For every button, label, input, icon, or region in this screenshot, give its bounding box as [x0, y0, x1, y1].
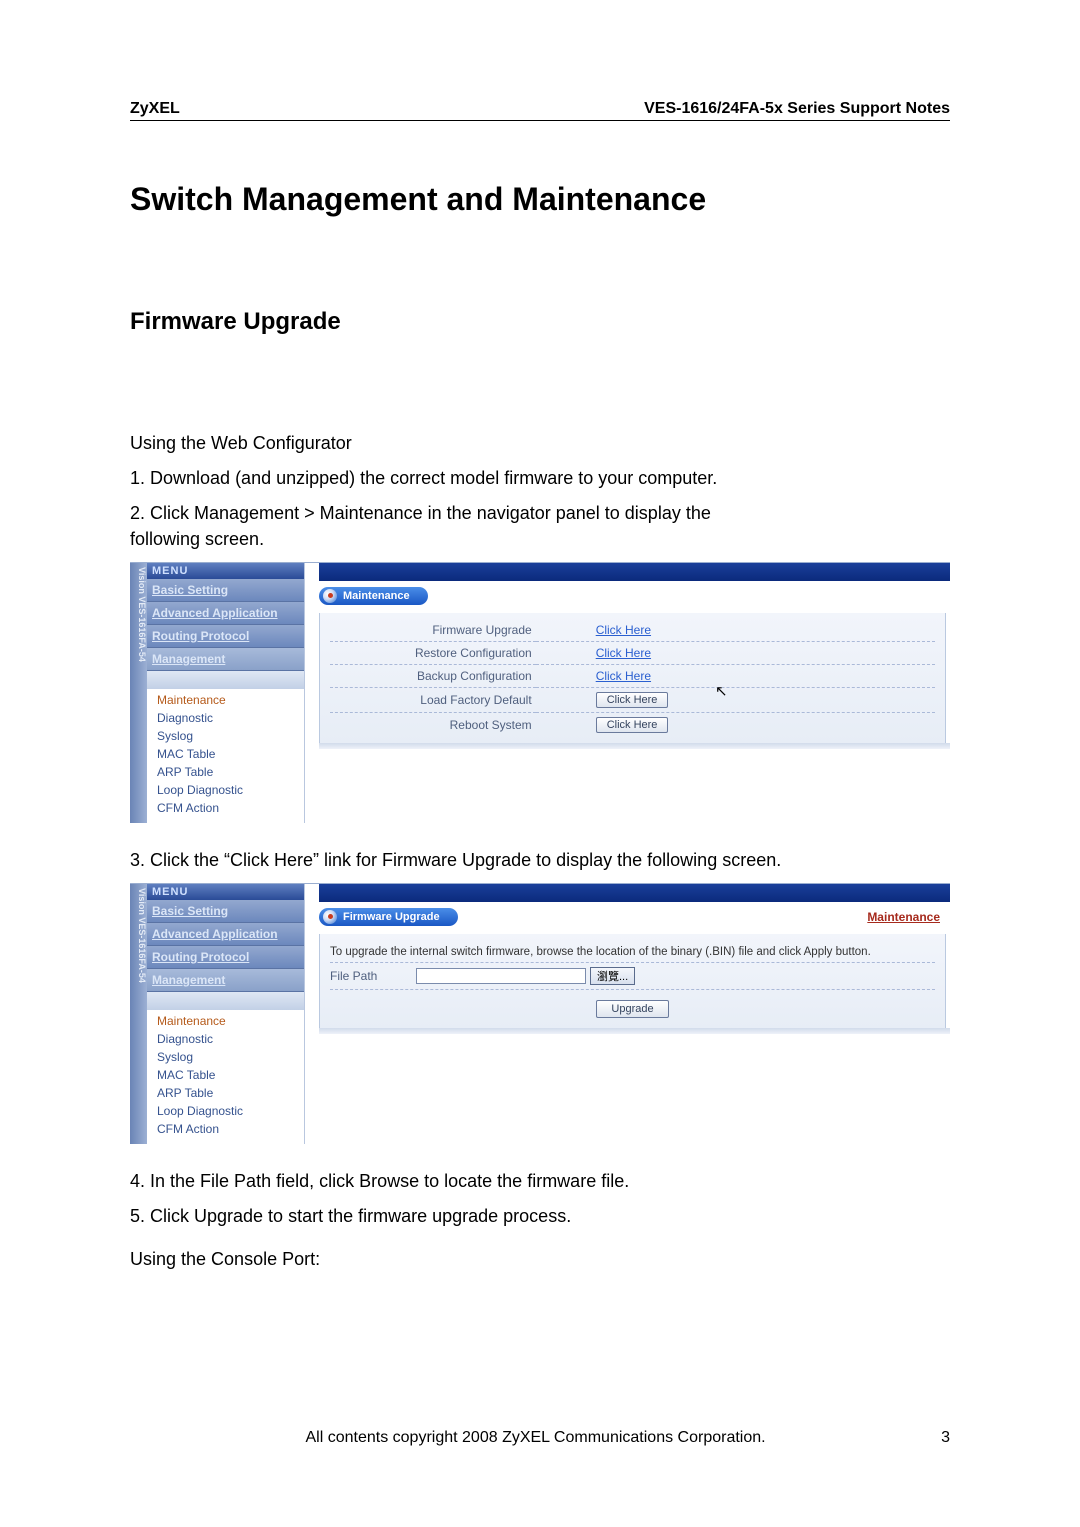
intro-line-2: 2. Click Management > Maintenance in the…: [130, 501, 950, 526]
intro-line-0: Using the Web Configurator: [130, 431, 950, 456]
nav-routing-protocol[interactable]: Routing Protocol: [130, 625, 304, 648]
subnav-syslog[interactable]: Syslog: [147, 727, 304, 745]
panel-title-pill-2: Firmware Upgrade: [319, 908, 458, 926]
row-backup-config: Backup Configuration Click Here: [330, 664, 935, 687]
row-restore-config: Restore Configuration Click Here: [330, 641, 935, 664]
subnav-mac-table[interactable]: MAC Table: [147, 745, 304, 763]
screenshot-maintenance: Vision VES-1616FA-54 MENU Basic Setting …: [130, 562, 950, 823]
doc-header: ZyXEL VES-1616/24FA-5x Series Support No…: [130, 100, 950, 121]
subnav-arp-table[interactable]: ARP Table: [147, 763, 304, 781]
button-reboot-system[interactable]: Click Here: [596, 717, 669, 733]
subnav2-arp-table[interactable]: ARP Table: [147, 1084, 304, 1102]
nav-submenu: Maintenance Diagnostic Syslog MAC Table …: [147, 689, 304, 823]
page-number: 3: [941, 1429, 950, 1447]
nav2-submenu: Maintenance Diagnostic Syslog MAC Table …: [147, 1010, 304, 1144]
nav-basic-setting[interactable]: Basic Setting: [130, 579, 304, 602]
row-load-factory: Load Factory Default Click Here: [330, 687, 935, 712]
content-area: Maintenance Firmware Upgrade Click Here …: [305, 563, 950, 823]
label-load-factory: Load Factory Default: [330, 687, 536, 712]
nav2-routing-protocol[interactable]: Routing Protocol: [130, 946, 304, 969]
doc-footer: All contents copyright 2008 ZyXEL Commun…: [130, 1429, 950, 1447]
label-backup-config: Backup Configuration: [330, 664, 536, 687]
menu-label: MENU: [130, 563, 304, 579]
label-reboot-system: Reboot System: [330, 712, 536, 737]
panel-title-pill: Maintenance: [319, 587, 428, 605]
upgrade-instruction: To upgrade the internal switch firmware,…: [330, 940, 935, 962]
nav2-management[interactable]: Management: [130, 969, 304, 992]
blue-title-bar-2: [319, 884, 950, 902]
pill-dot-icon-2: [323, 910, 337, 924]
link-firmware-upgrade[interactable]: Click Here: [596, 623, 651, 637]
step-5: 5. Click Upgrade to start the firmware u…: [130, 1204, 950, 1229]
page-title-h1: Switch Management and Maintenance: [130, 181, 950, 218]
nav2-advanced-application[interactable]: Advanced Application: [130, 923, 304, 946]
subnav2-syslog[interactable]: Syslog: [147, 1048, 304, 1066]
file-path-label: File Path: [330, 969, 416, 983]
subnav2-maintenance[interactable]: Maintenance: [147, 1012, 304, 1030]
nav-advanced-application[interactable]: Advanced Application: [130, 602, 304, 625]
subnav-diagnostic[interactable]: Diagnostic: [147, 709, 304, 727]
subnav2-diagnostic[interactable]: Diagnostic: [147, 1030, 304, 1048]
nav2-basic-setting[interactable]: Basic Setting: [130, 900, 304, 923]
brand: ZyXEL: [130, 100, 180, 118]
link-backup-config[interactable]: Click Here: [596, 669, 651, 683]
row-firmware-upgrade: Firmware Upgrade Click Here: [330, 619, 935, 642]
doc-title: VES-1616/24FA-5x Series Support Notes: [644, 100, 950, 118]
breadcrumb-maintenance[interactable]: Maintenance: [867, 910, 940, 924]
label-firmware-upgrade: Firmware Upgrade: [330, 619, 536, 642]
maintenance-table: Firmware Upgrade Click Here Restore Conf…: [330, 619, 935, 737]
intro-line-1: 1. Download (and unzipped) the correct m…: [130, 466, 950, 491]
browse-button[interactable]: 瀏覽...: [590, 967, 635, 985]
nav-sidebar-2: Vision VES-1616FA-54 MENU Basic Setting …: [130, 884, 305, 1144]
upgrade-button[interactable]: Upgrade: [596, 1000, 668, 1018]
vertical-strip: Vision VES-1616FA-54: [130, 563, 147, 823]
intro-line-3: following screen.: [130, 527, 950, 552]
subnav-loop-diagnostic[interactable]: Loop Diagnostic: [147, 781, 304, 799]
console-port-line: Using the Console Port:: [130, 1247, 950, 1272]
pill-dot-icon: [323, 589, 337, 603]
nav-management[interactable]: Management: [130, 648, 304, 671]
step-4: 4. In the File Path field, click Browse …: [130, 1169, 950, 1194]
vertical-strip-2: Vision VES-1616FA-54: [130, 884, 147, 1144]
link-restore-config[interactable]: Click Here: [596, 646, 651, 660]
section-title-h2: Firmware Upgrade: [130, 308, 950, 336]
button-load-factory[interactable]: Click Here: [596, 692, 669, 708]
copyright-text: All contents copyright 2008 ZyXEL Commun…: [306, 1429, 766, 1447]
row-reboot-system: Reboot System Click Here: [330, 712, 935, 737]
subnav2-mac-table[interactable]: MAC Table: [147, 1066, 304, 1084]
file-path-row: File Path 瀏覽...: [330, 962, 935, 990]
content-area-2: Firmware Upgrade Maintenance To upgrade …: [305, 884, 950, 1144]
menu-label-2: MENU: [130, 884, 304, 900]
screenshot-firmware-upgrade: Vision VES-1616FA-54 MENU Basic Setting …: [130, 883, 950, 1144]
panel-title: Maintenance: [343, 590, 410, 602]
subnav2-loop-diagnostic[interactable]: Loop Diagnostic: [147, 1102, 304, 1120]
file-path-input[interactable]: [416, 968, 586, 984]
panel-title-2: Firmware Upgrade: [343, 911, 440, 923]
subnav2-cfm-action[interactable]: CFM Action: [147, 1120, 304, 1138]
subnav-maintenance[interactable]: Maintenance: [147, 691, 304, 709]
blue-title-bar: [319, 563, 950, 581]
step-3: 3. Click the “Click Here” link for Firmw…: [130, 848, 950, 873]
nav-sidebar: Vision VES-1616FA-54 MENU Basic Setting …: [130, 563, 305, 823]
subnav-cfm-action[interactable]: CFM Action: [147, 799, 304, 817]
label-restore-config: Restore Configuration: [330, 641, 536, 664]
